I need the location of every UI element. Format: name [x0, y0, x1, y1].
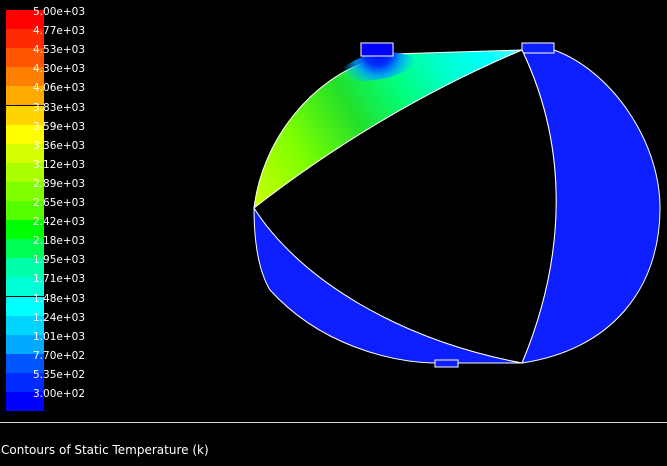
legend-tick-label: 5.00e+03 [33, 6, 85, 18]
legend-tick-label: 4.06e+03 [33, 82, 85, 95]
plot-caption: Contours of Static Temperature (k) [1, 443, 209, 457]
legend-tick-label: 5.35e+02 [33, 368, 85, 381]
legend-tick-label: 2.42e+03 [33, 216, 85, 229]
legend-tick-label: 2.18e+03 [33, 235, 85, 248]
contour-plot [253, 42, 661, 368]
intake-port-top [360, 42, 394, 57]
legend-tick-label: 3.83e+03 [33, 101, 85, 114]
legend-tick-label: 1.71e+03 [33, 273, 85, 286]
legend-tick-label: 1.01e+03 [33, 330, 85, 343]
legend-tick-label: 4.30e+03 [33, 63, 85, 76]
divider-line [0, 422, 667, 423]
legend-tick-label: 4.53e+03 [33, 44, 85, 57]
legend-tick-label: 3.12e+03 [33, 158, 85, 171]
legend-tick-label: 2.65e+03 [33, 197, 85, 209]
legend-tick-label: 1.48e+03 [33, 292, 85, 305]
legend-tick-label: 3.00e+02 [33, 388, 85, 400]
legend-tick-label: 2.89e+03 [33, 177, 85, 190]
legend-tick-label: 1.24e+03 [33, 311, 85, 324]
legend-tick-label: 3.36e+03 [33, 139, 85, 152]
legend-tick-label: 1.95e+03 [33, 254, 85, 267]
legend-tick-label: 7.70e+02 [33, 349, 85, 362]
legend-tick-label: 4.77e+03 [33, 25, 85, 38]
legend-tick-label: 3.59e+03 [33, 120, 85, 133]
port-top-right [521, 42, 555, 54]
exhaust-port-bottom [434, 359, 459, 368]
